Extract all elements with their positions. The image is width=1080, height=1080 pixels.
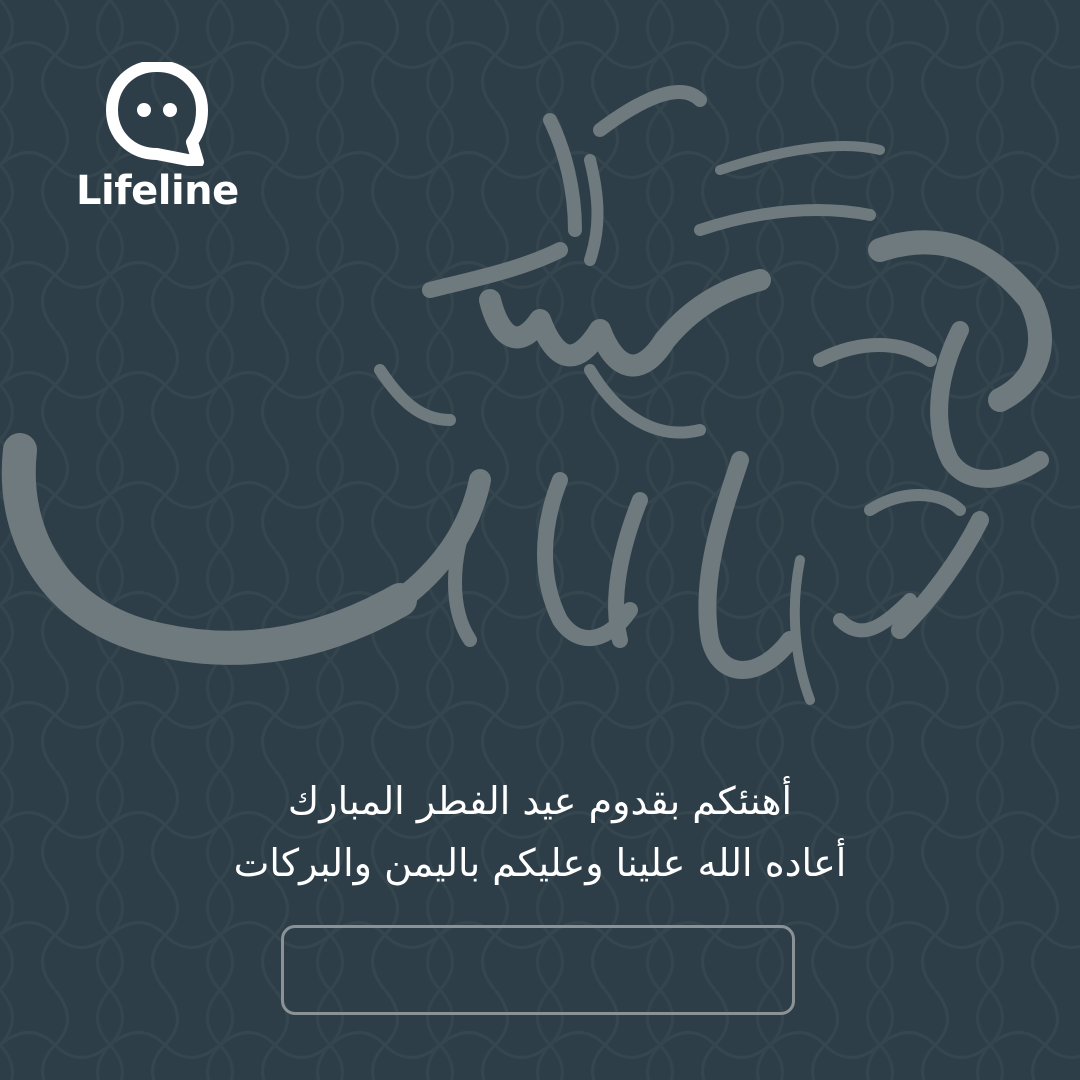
greeting-card: Lifeline أهنئكم بقدوم عيد الفطر المبارك … [0, 0, 1080, 1080]
greeting-message: أهنئكم بقدوم عيد الفطر المبارك أعاده الل… [0, 770, 1080, 894]
eid-calligraphy [1, 85, 1052, 705]
empty-frame [281, 925, 795, 1015]
greeting-line-1: أهنئكم بقدوم عيد الفطر المبارك [287, 779, 793, 823]
greeting-line-2: أعاده الله علينا وعليكم باليمن والبركات [233, 841, 847, 885]
